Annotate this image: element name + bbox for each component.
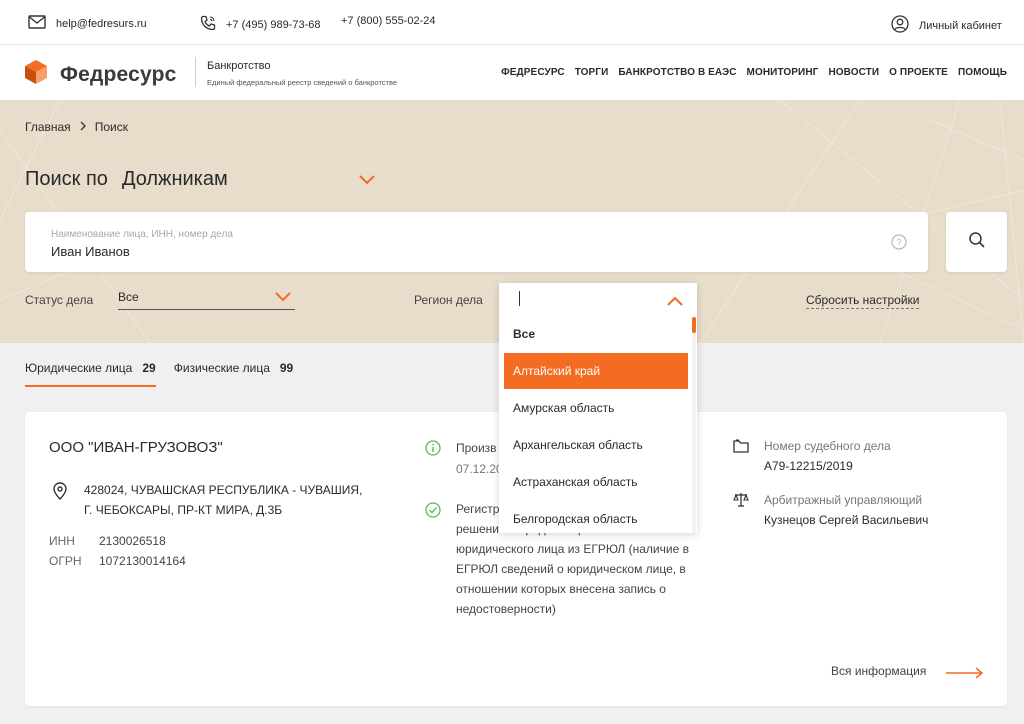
tab-legal-entities[interactable]: Юридические лица 29 xyxy=(25,361,156,387)
address-line: Г. ЧЕБОКСАРЫ, ПР-КТ МИРА, Д.3Б xyxy=(84,503,283,517)
tab-count: 99 xyxy=(279,361,294,375)
search-icon xyxy=(968,231,986,254)
cabinet-link[interactable]: Личный кабинет xyxy=(891,15,1002,36)
inn-row: ИНН 2130026518 xyxy=(49,534,166,548)
more-info-link[interactable]: Вся информация xyxy=(831,664,926,678)
event-line: ЕГРЮЛ сведений о юридическом лице, в xyxy=(456,562,686,576)
logo[interactable]: Федресурс xyxy=(24,59,177,90)
result-tabs: Юридические лица 29 Физические лица 99 xyxy=(25,361,311,387)
nav-monitoring[interactable]: МОНИТОРИНГ xyxy=(747,67,819,78)
region-dropdown: Все Алтайский край Амурская область Арха… xyxy=(499,283,697,533)
nav-torgi[interactable]: ТОРГИ xyxy=(575,67,609,78)
ogrn-value: 1072130014164 xyxy=(99,554,186,568)
user-icon xyxy=(891,15,909,36)
status-select[interactable]: Все xyxy=(118,290,295,310)
scrollbar-track[interactable] xyxy=(692,317,696,533)
tab-label: Физические лица xyxy=(173,361,270,375)
search-input[interactable]: Иван Иванов xyxy=(51,244,130,259)
search-title: Поиск по Должникам xyxy=(25,168,228,191)
breadcrumb-current: Поиск xyxy=(94,120,128,134)
chevron-down-icon xyxy=(274,291,292,306)
region-option-altai[interactable]: Алтайский край xyxy=(504,353,688,389)
contact-bar: help@fedresurs.ru +7 (495) 989-73-68 +7 … xyxy=(0,0,1024,45)
manager-name[interactable]: Кузнецов Сергей Васильевич xyxy=(764,513,928,527)
nav-news[interactable]: НОВОСТИ xyxy=(828,67,879,78)
search-title-prefix: Поиск по xyxy=(25,168,108,190)
phone-link-2[interactable]: +7 (800) 555-02-24 xyxy=(341,15,435,27)
search-placeholder: Наименование лица, ИНН, номер дела xyxy=(51,229,233,240)
inn-value: 2130026518 xyxy=(99,534,166,548)
chevron-up-icon[interactable] xyxy=(666,294,684,312)
region-option-amur[interactable]: Амурская область xyxy=(504,390,688,426)
status-filter-label: Статус дела xyxy=(25,293,94,307)
logo-cube-icon xyxy=(24,59,48,90)
event-line: юридического лица из ЕГРЮЛ (наличие в xyxy=(456,542,689,556)
case-number-label: Номер судебного дела xyxy=(764,439,891,453)
location-pin-icon xyxy=(53,482,67,505)
chevron-right-icon xyxy=(79,120,87,134)
main-nav: ФЕДРЕСУРС ТОРГИ БАНКРОТСТВО В ЕАЭС МОНИТ… xyxy=(501,67,1007,78)
check-circle-icon xyxy=(425,502,441,523)
breadcrumb: Главная Поиск xyxy=(25,120,128,134)
nav-eaeu[interactable]: БАНКРОТСТВО В ЕАЭС xyxy=(618,67,736,78)
region-filter-label: Регион дела xyxy=(414,293,483,307)
search-button[interactable] xyxy=(946,212,1007,272)
phone-text-2: +7 (800) 555-02-24 xyxy=(341,15,436,27)
ogrn-label: ОГРН xyxy=(49,554,82,568)
arrow-right-icon[interactable] xyxy=(946,666,984,684)
phone-icon xyxy=(200,15,216,34)
info-icon xyxy=(425,440,441,461)
search-field[interactable]: Наименование лица, ИНН, номер дела Иван … xyxy=(25,212,928,272)
nav-help[interactable]: ПОМОЩЬ xyxy=(958,67,1007,78)
case-number-value[interactable]: А79-12215/2019 xyxy=(764,459,853,473)
nav-fedresurs[interactable]: ФЕДРЕСУРС xyxy=(501,67,565,78)
section-title: Банкротство xyxy=(207,60,271,72)
tab-individuals[interactable]: Физические лица 99 xyxy=(174,361,294,387)
section-description: Единый федеральный реестр сведений о бан… xyxy=(207,78,398,87)
svg-text:?: ? xyxy=(896,238,901,248)
nav-about[interactable]: О ПРОЕКТЕ xyxy=(889,67,948,78)
scales-icon xyxy=(733,492,749,513)
cabinet-text: Личный кабинет xyxy=(919,19,1002,32)
phone-link-1[interactable]: +7 (495) 989-73-68 xyxy=(200,15,320,34)
mail-icon xyxy=(28,15,46,32)
address-line: 428024, ЧУВАШСКАЯ РЕСПУБЛИКА - ЧУВАШИЯ, xyxy=(84,483,363,497)
breadcrumb-home[interactable]: Главная xyxy=(25,120,71,134)
logo-divider xyxy=(195,57,196,87)
phone-text-1: +7 (495) 989-73-68 xyxy=(226,18,321,31)
tab-label: Юридические лица xyxy=(25,361,133,375)
event-date: 07.12.20 xyxy=(456,462,503,476)
region-option-belgorod[interactable]: Белгородская область xyxy=(504,501,688,533)
event-line: недостоверности) xyxy=(456,602,556,616)
region-option-arkhangelsk[interactable]: Архангельская область xyxy=(504,427,688,463)
manager-label: Арбитражный управляющий xyxy=(764,493,923,507)
inn-label: ИНН xyxy=(49,534,75,548)
search-target-select[interactable]: Должникам xyxy=(122,168,228,191)
company-name[interactable]: ООО "ИВАН-ГРУЗОВОЗ" xyxy=(49,439,223,456)
status-select-value: Все xyxy=(118,290,139,304)
help-icon[interactable]: ? xyxy=(891,234,907,255)
region-option-astrakhan[interactable]: Астраханская область xyxy=(504,464,688,500)
reset-filters-link[interactable]: Сбросить настройки xyxy=(806,293,920,309)
chevron-down-icon[interactable] xyxy=(358,173,376,191)
folder-icon xyxy=(733,439,749,458)
text-caret xyxy=(519,291,520,306)
ogrn-row: ОГРН 1072130014164 xyxy=(49,554,186,568)
main-header: Федресурс Банкротство Единый федеральный… xyxy=(0,45,1024,100)
email-link[interactable]: help@fedresurs.ru xyxy=(28,15,147,32)
logo-text: Федресурс xyxy=(60,62,177,86)
email-text: help@fedresurs.ru xyxy=(56,17,147,30)
event-line: отношении которых внесена запись о xyxy=(456,582,666,596)
company-address: 428024, ЧУВАШСКАЯ РЕСПУБЛИКА - ЧУВАШИЯ, … xyxy=(84,480,384,520)
region-option-all[interactable]: Все xyxy=(504,316,688,352)
tab-count: 29 xyxy=(142,361,156,375)
scrollbar-thumb[interactable] xyxy=(692,317,696,333)
